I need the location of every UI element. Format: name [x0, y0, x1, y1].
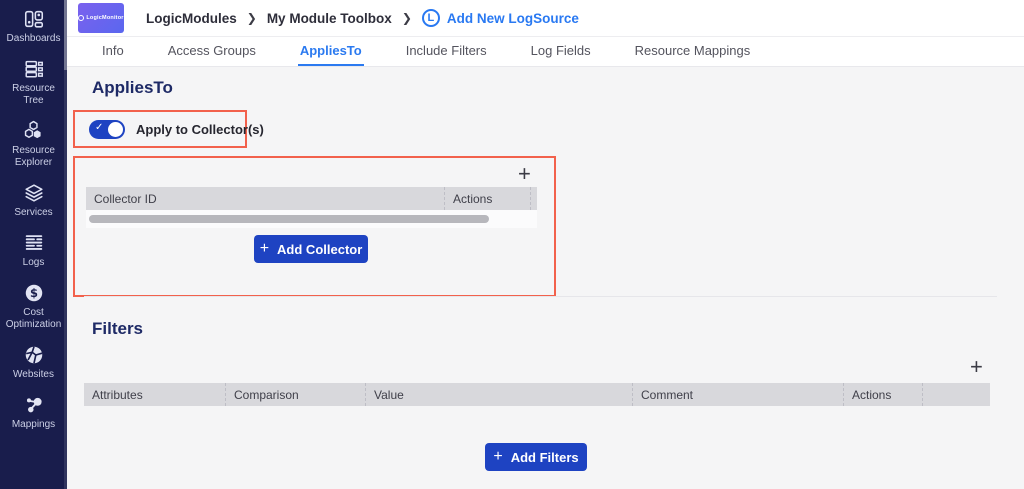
tab-include-filters[interactable]: Include Filters	[404, 37, 489, 66]
chevron-right-icon: ❯	[402, 11, 412, 25]
filters-table-header: Attributes Comparison Value Comment Acti…	[84, 383, 990, 406]
tab-log-fields[interactable]: Log Fields	[529, 37, 593, 66]
dashboards-icon	[23, 8, 45, 30]
tab-access-groups[interactable]: Access Groups	[166, 37, 258, 66]
sidebar-item-label: Services	[2, 207, 66, 219]
svg-text:$: $	[30, 286, 38, 300]
topbar: LogicMonitor LogicModules ❯ My Module To…	[67, 0, 1024, 37]
column-value: Value	[365, 383, 632, 406]
sidebar-item-label: Dashboards	[2, 33, 66, 45]
filters-table: Attributes Comparison Value Comment Acti…	[84, 383, 990, 406]
mappings-icon	[23, 394, 45, 416]
sidebar-item-mappings[interactable]: Mappings	[0, 394, 67, 431]
logicmonitor-logo[interactable]: LogicMonitor	[78, 3, 124, 33]
sidebar-item-websites[interactable]: Websites	[0, 344, 67, 381]
apply-to-collectors-highlight-box: ✓ Apply to Collector(s)	[73, 110, 247, 148]
add-filters-button[interactable]: + Add Filters	[485, 443, 587, 471]
sidebar-item-label: Logs	[2, 257, 66, 269]
column-spacer	[922, 383, 990, 406]
column-actions: Actions	[444, 187, 530, 210]
sidebar-item-label: Websites	[2, 369, 66, 381]
breadcrumb-logicmodules[interactable]: LogicModules	[146, 11, 237, 26]
apply-to-collectors-label: Apply to Collector(s)	[136, 122, 264, 137]
chevron-right-icon: ❯	[247, 11, 257, 25]
tab-resource-mappings[interactable]: Resource Mappings	[633, 37, 753, 66]
column-comment: Comment	[632, 383, 843, 406]
sidebar-item-resource-tree[interactable]: Resource Tree	[0, 58, 67, 107]
breadcrumb-my-module-toolbox[interactable]: My Module Toolbox	[267, 11, 392, 26]
sidebar-item-logs[interactable]: Logs	[0, 232, 67, 269]
add-collector-button[interactable]: + Add Collector	[254, 235, 368, 263]
collector-section-highlight-box: + Collector ID Actions + Add Collector	[73, 156, 556, 297]
add-filter-plus-icon[interactable]: +	[970, 356, 983, 378]
sidebar-item-services[interactable]: Services	[0, 182, 67, 219]
collector-table-header: Collector ID Actions	[86, 187, 537, 210]
column-comparison: Comparison	[225, 383, 365, 406]
main-panel: LogicMonitor LogicModules ❯ My Module To…	[67, 0, 1024, 489]
add-filters-button-label: Add Filters	[511, 450, 579, 465]
appliesto-heading: AppliesTo	[92, 78, 173, 98]
tab-appliesto[interactable]: AppliesTo	[298, 37, 364, 66]
sidebar-item-label: Resource Tree	[2, 83, 66, 107]
content-area: AppliesTo ✓ Apply to Collector(s) + Coll…	[67, 67, 1024, 489]
tabbar: Info Access Groups AppliesTo Include Fil…	[67, 37, 1024, 67]
services-icon	[23, 182, 45, 204]
sidebar-item-label: Resource Explorer	[2, 145, 66, 169]
horizontal-scrollbar[interactable]	[89, 215, 489, 223]
column-collector-id: Collector ID	[86, 187, 444, 210]
sidebar-item-label: Mappings	[2, 419, 66, 431]
add-collector-button-label: Add Collector	[277, 242, 362, 257]
logo-text: LogicMonitor	[86, 15, 123, 21]
logo-mark-icon	[78, 15, 84, 21]
collector-table-empty-row	[86, 210, 537, 228]
add-collector-plus-icon[interactable]: +	[518, 163, 531, 185]
tab-info[interactable]: Info	[100, 37, 126, 66]
add-new-logsource-link[interactable]: L Add New LogSource	[422, 9, 579, 27]
plus-icon: +	[493, 448, 502, 466]
sidebar-item-label: Cost Optimization	[2, 307, 66, 331]
app-window: Dashboards Resource Tree	[0, 0, 1024, 489]
add-new-logsource-label: Add New LogSource	[447, 11, 579, 26]
logsource-circle-l-icon: L	[422, 9, 440, 27]
sidebar-item-resource-explorer[interactable]: Resource Explorer	[0, 120, 67, 169]
resource-tree-icon	[23, 58, 45, 80]
collector-table: Collector ID Actions	[86, 187, 537, 228]
sidebar-item-dashboards[interactable]: Dashboards	[0, 8, 67, 45]
logs-icon	[23, 232, 45, 254]
resource-explorer-icon	[23, 120, 45, 142]
check-icon: ✓	[95, 122, 103, 133]
apply-to-collectors-toggle[interactable]: ✓	[89, 120, 125, 139]
column-actions: Actions	[843, 383, 922, 406]
section-divider	[84, 296, 997, 297]
plus-icon: +	[260, 240, 269, 258]
toggle-knob	[108, 122, 123, 137]
left-nav-sidebar: Dashboards Resource Tree	[0, 0, 67, 489]
websites-icon	[23, 344, 45, 366]
sidebar-item-cost-optimization[interactable]: $ Cost Optimization	[0, 282, 67, 331]
column-attributes: Attributes	[84, 383, 225, 406]
cost-optimization-icon: $	[23, 282, 45, 304]
filters-heading: Filters	[92, 319, 143, 339]
column-spacer	[530, 187, 539, 210]
